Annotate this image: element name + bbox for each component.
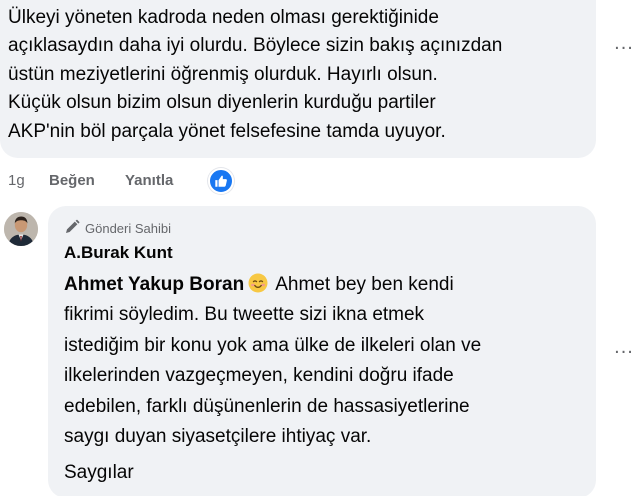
reply-text-line: edebilen, farklı düşünenlerin de hassasi…	[64, 395, 470, 417]
comment-bubble: Ülkeyi yöneten kadroda neden olması gere…	[0, 0, 596, 158]
reply-text: Ahmet Yakup Boran Ahmet bey ben kendi fik…	[64, 270, 481, 452]
pencil-icon	[64, 219, 80, 238]
avatar[interactable]	[4, 212, 38, 246]
comment-text-line: açıklasaydın daha iyi olurdu. Böylece si…	[8, 35, 503, 57]
comment-thread: Ülkeyi yöneten kadroda neden olması gere…	[0, 0, 643, 496]
mention-tag[interactable]: Ahmet Yakup Boran	[64, 274, 244, 295]
reply-text-line: ilkelerinden vazgeçmeyen, kendini doğru …	[64, 365, 454, 387]
comment-timestamp[interactable]: 1g	[8, 172, 25, 189]
reply-text-line: istediğim bir konu yok ama ülke de ilkel…	[64, 334, 482, 356]
smiling-face-icon	[248, 273, 268, 293]
thumbs-up-icon[interactable]	[208, 168, 234, 194]
comment-text-line: üstün meziyetlerini öğrenmiş olurduk. Ha…	[8, 63, 438, 85]
post-author-badge: Gönderi Sahibi	[64, 218, 171, 238]
badge-label: Gönderi Sahibi	[85, 220, 171, 236]
comment-text-line: Küçük olsun bizim olsun diyenlerin kurdu…	[8, 92, 436, 114]
reply-text-segment: Ahmet bey ben kendi	[275, 274, 454, 295]
reply-button[interactable]: Yanıtla	[125, 172, 173, 189]
reply-text-line: fikrimi söyledim. Bu tweette sizi ikna e…	[64, 304, 425, 326]
like-button[interactable]: Beğen	[49, 172, 95, 189]
comment-text-line: AKP'nin böl parçala yönet felsefesine ta…	[8, 120, 446, 142]
reply-text-line: saygı duyan siyasetçilere ihtiyaç var.	[64, 426, 372, 448]
reply-more-options-button[interactable]: ...	[611, 337, 637, 366]
comment-more-options-button[interactable]: ...	[611, 33, 637, 62]
reply-signoff: Saygılar	[64, 462, 134, 483]
reply-text-line-first: Ahmet Yakup Boran Ahmet bey ben kendi	[64, 270, 481, 300]
comment-text-line: Ülkeyi yöneten kadroda neden olması gere…	[8, 7, 439, 28]
reply-author-name[interactable]: A.Burak Kunt	[64, 243, 173, 263]
